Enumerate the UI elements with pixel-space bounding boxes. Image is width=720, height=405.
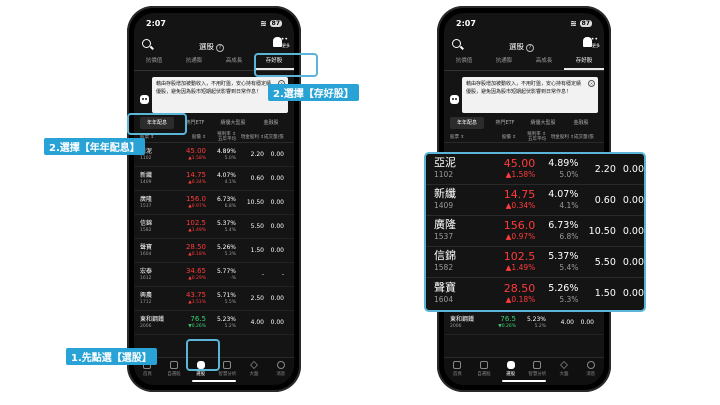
robot-icon [140, 95, 149, 104]
page-title: 選股 [199, 41, 214, 51]
highlight-good-stocks-tab [254, 53, 318, 77]
book-icon [223, 361, 232, 369]
database-icon [506, 361, 515, 369]
home-indicator [502, 380, 546, 382]
wifi-icon: ≋ [569, 18, 577, 28]
tab-good-stocks[interactable]: 存好股 [564, 53, 604, 70]
subtab-annual-dividend[interactable]: 年年配息 [450, 117, 484, 129]
help-icon[interactable]: ? [216, 43, 224, 52]
send-icon [250, 361, 258, 369]
chat-icon [586, 361, 595, 369]
table-row[interactable]: 東和鋼鐵 2006 76.5 ▼0.26% 5.23% 5.2% 4.00 0.00 [134, 311, 294, 335]
table-row[interactable]: 聲寶 1604 28.50 ▲0.18% 5.26% 5.3% 1.50 0.00 [134, 239, 294, 263]
step1-label: 1.先點選【選股】 [66, 348, 157, 365]
tab-growth[interactable]: 高成長 [524, 53, 564, 70]
battery-icon: 87 [579, 19, 592, 27]
book-icon [533, 361, 542, 369]
table-row[interactable]: 亞泥 1102 45.00 ▲1.58% 4.89% 5.0% 2.20 0.00 [426, 154, 644, 185]
step3-label: 2.選擇【年年配息】 [44, 138, 145, 155]
highlight-annual-dividend [127, 113, 187, 135]
sub-tabs: 年年配息 熱門ETF 績優大型股 金融股 [444, 113, 604, 129]
plus-icon [480, 361, 488, 369]
stage: 2:07 ≋ 87 選股? ••• 更多 抗價值 抗通膨 高成長 存好股 藉由存股增… [0, 0, 720, 405]
nav-bar: 選股? ••• 更多 [444, 33, 604, 53]
table-row[interactable]: 廣隆 1537 156.0 ▲0.97% 6.73% 6.8% 10.50 0.00 [426, 216, 644, 247]
chat-icon [276, 361, 285, 369]
tab-value[interactable]: 抗價值 [134, 53, 174, 70]
table-row[interactable]: 廣隆 1537 156.0 ▲0.97% 6.73% 6.8% 10.50 0.00 [134, 191, 294, 215]
nav-market[interactable]: 大盤 [551, 361, 578, 385]
tab-inflation[interactable]: 抗通膨 [484, 53, 524, 70]
table-row[interactable]: 信錦 1582 102.5 ▲1.49% 5.37% 5.4% 5.50 0.00 [134, 215, 294, 239]
table-row[interactable]: 信錦 1582 102.5 ▲1.49% 5.37% 5.4% 5.50 0.00 [426, 247, 644, 278]
highlight-stock-picker-nav [186, 339, 220, 371]
page-title: 選股 [509, 41, 524, 51]
robot-icon [450, 95, 459, 104]
home-indicator [192, 380, 236, 382]
status-bar: 2:07 ≋ 87 [444, 13, 604, 33]
tab-inflation[interactable]: 抗通膨 [174, 53, 214, 70]
status-time: 2:07 [456, 18, 476, 28]
status-time: 2:07 [146, 18, 166, 28]
battery-icon: 87 [269, 19, 282, 27]
send-icon [560, 361, 568, 369]
tab-value[interactable]: 抗價值 [444, 53, 484, 70]
table-row[interactable]: 新纖 1409 14.75 ▲0.34% 4.07% 4.1% 0.60 0.00 [426, 185, 644, 216]
nav-market[interactable]: 大盤 [241, 361, 268, 385]
zoomed-stock-table: 亞泥 1102 45.00 ▲1.58% 4.89% 5.0% 2.20 0.00 新纖 140… [424, 152, 646, 312]
home-icon [453, 361, 462, 369]
table-row[interactable]: 新纖 1409 14.75 ▲0.34% 4.07% 4.1% 0.60 0.00 [134, 167, 294, 191]
nav-bar: 選股? ••• 更多 [134, 33, 294, 53]
table-row[interactable]: 宏泰 1612 34.65 ▲0.29% 5.77% -% - - [134, 263, 294, 287]
category-tabs: 抗價值 抗通膨 高成長 存好股 [444, 53, 604, 71]
nav-watchlist[interactable]: 自選股 [161, 361, 188, 385]
stock-list-left: 亞泥 1102 45.00 ▲1.58% 4.89% 5.0% 2.20 0.00 新纖 140… [134, 143, 294, 335]
table-row[interactable]: 興農 1712 43.75 ▲1.51% 5.71% 5.5% 2.50 0.00 [134, 287, 294, 311]
subtab-blue-chip[interactable]: 績優大型股 [526, 117, 560, 129]
wifi-icon: ≋ [259, 18, 267, 28]
search-icon[interactable] [142, 38, 151, 48]
nav-news[interactable]: 消息 [267, 361, 294, 385]
table-row[interactable]: 東和鋼鐵 2006 76.5 ▼0.26% 5.23% 5.2% 4.00 0.00 [444, 311, 604, 335]
table-row[interactable]: 亞泥 1102 45.00 ▲1.58% 4.89% 5.0% 2.20 0.00 [134, 143, 294, 167]
nav-home[interactable]: 首頁 [444, 361, 471, 385]
tab-growth[interactable]: 高成長 [214, 53, 254, 70]
info-banner: 藉由存股增加被動收入，不用盯盤，安心持有穩定績優股，避免因為股市短期起伏影響到日… [462, 77, 598, 113]
notification-bell-icon[interactable]: ••• 更多 [582, 36, 600, 49]
subtab-blue-chip[interactable]: 績優大型股 [216, 117, 250, 129]
help-icon[interactable]: ? [526, 43, 534, 52]
table-header: 股票 ⇕ 股價 ⇕ 殖利率 ⇕ 五年平均 現金股利 ⇕ 成交量(張) ⇕ [444, 129, 604, 143]
nav-watchlist[interactable]: 自選股 [471, 361, 498, 385]
nav-news[interactable]: 消息 [577, 361, 604, 385]
table-row[interactable]: 聲寶 1604 28.50 ▲0.18% 5.26% 5.3% 1.50 0.00 [426, 278, 644, 309]
subtab-hot-etf[interactable]: 熱門ETF [488, 117, 522, 129]
notification-bell-icon[interactable]: ••• 更多 [272, 36, 290, 49]
search-icon[interactable] [452, 38, 461, 48]
plus-icon [170, 361, 178, 369]
subtab-financial[interactable]: 金融股 [254, 117, 288, 129]
step2-label: 2.選擇【存好股】 [268, 84, 359, 101]
close-icon[interactable]: × [588, 80, 595, 87]
subtab-financial[interactable]: 金融股 [564, 117, 598, 129]
status-bar: 2:07 ≋ 87 [134, 13, 294, 33]
